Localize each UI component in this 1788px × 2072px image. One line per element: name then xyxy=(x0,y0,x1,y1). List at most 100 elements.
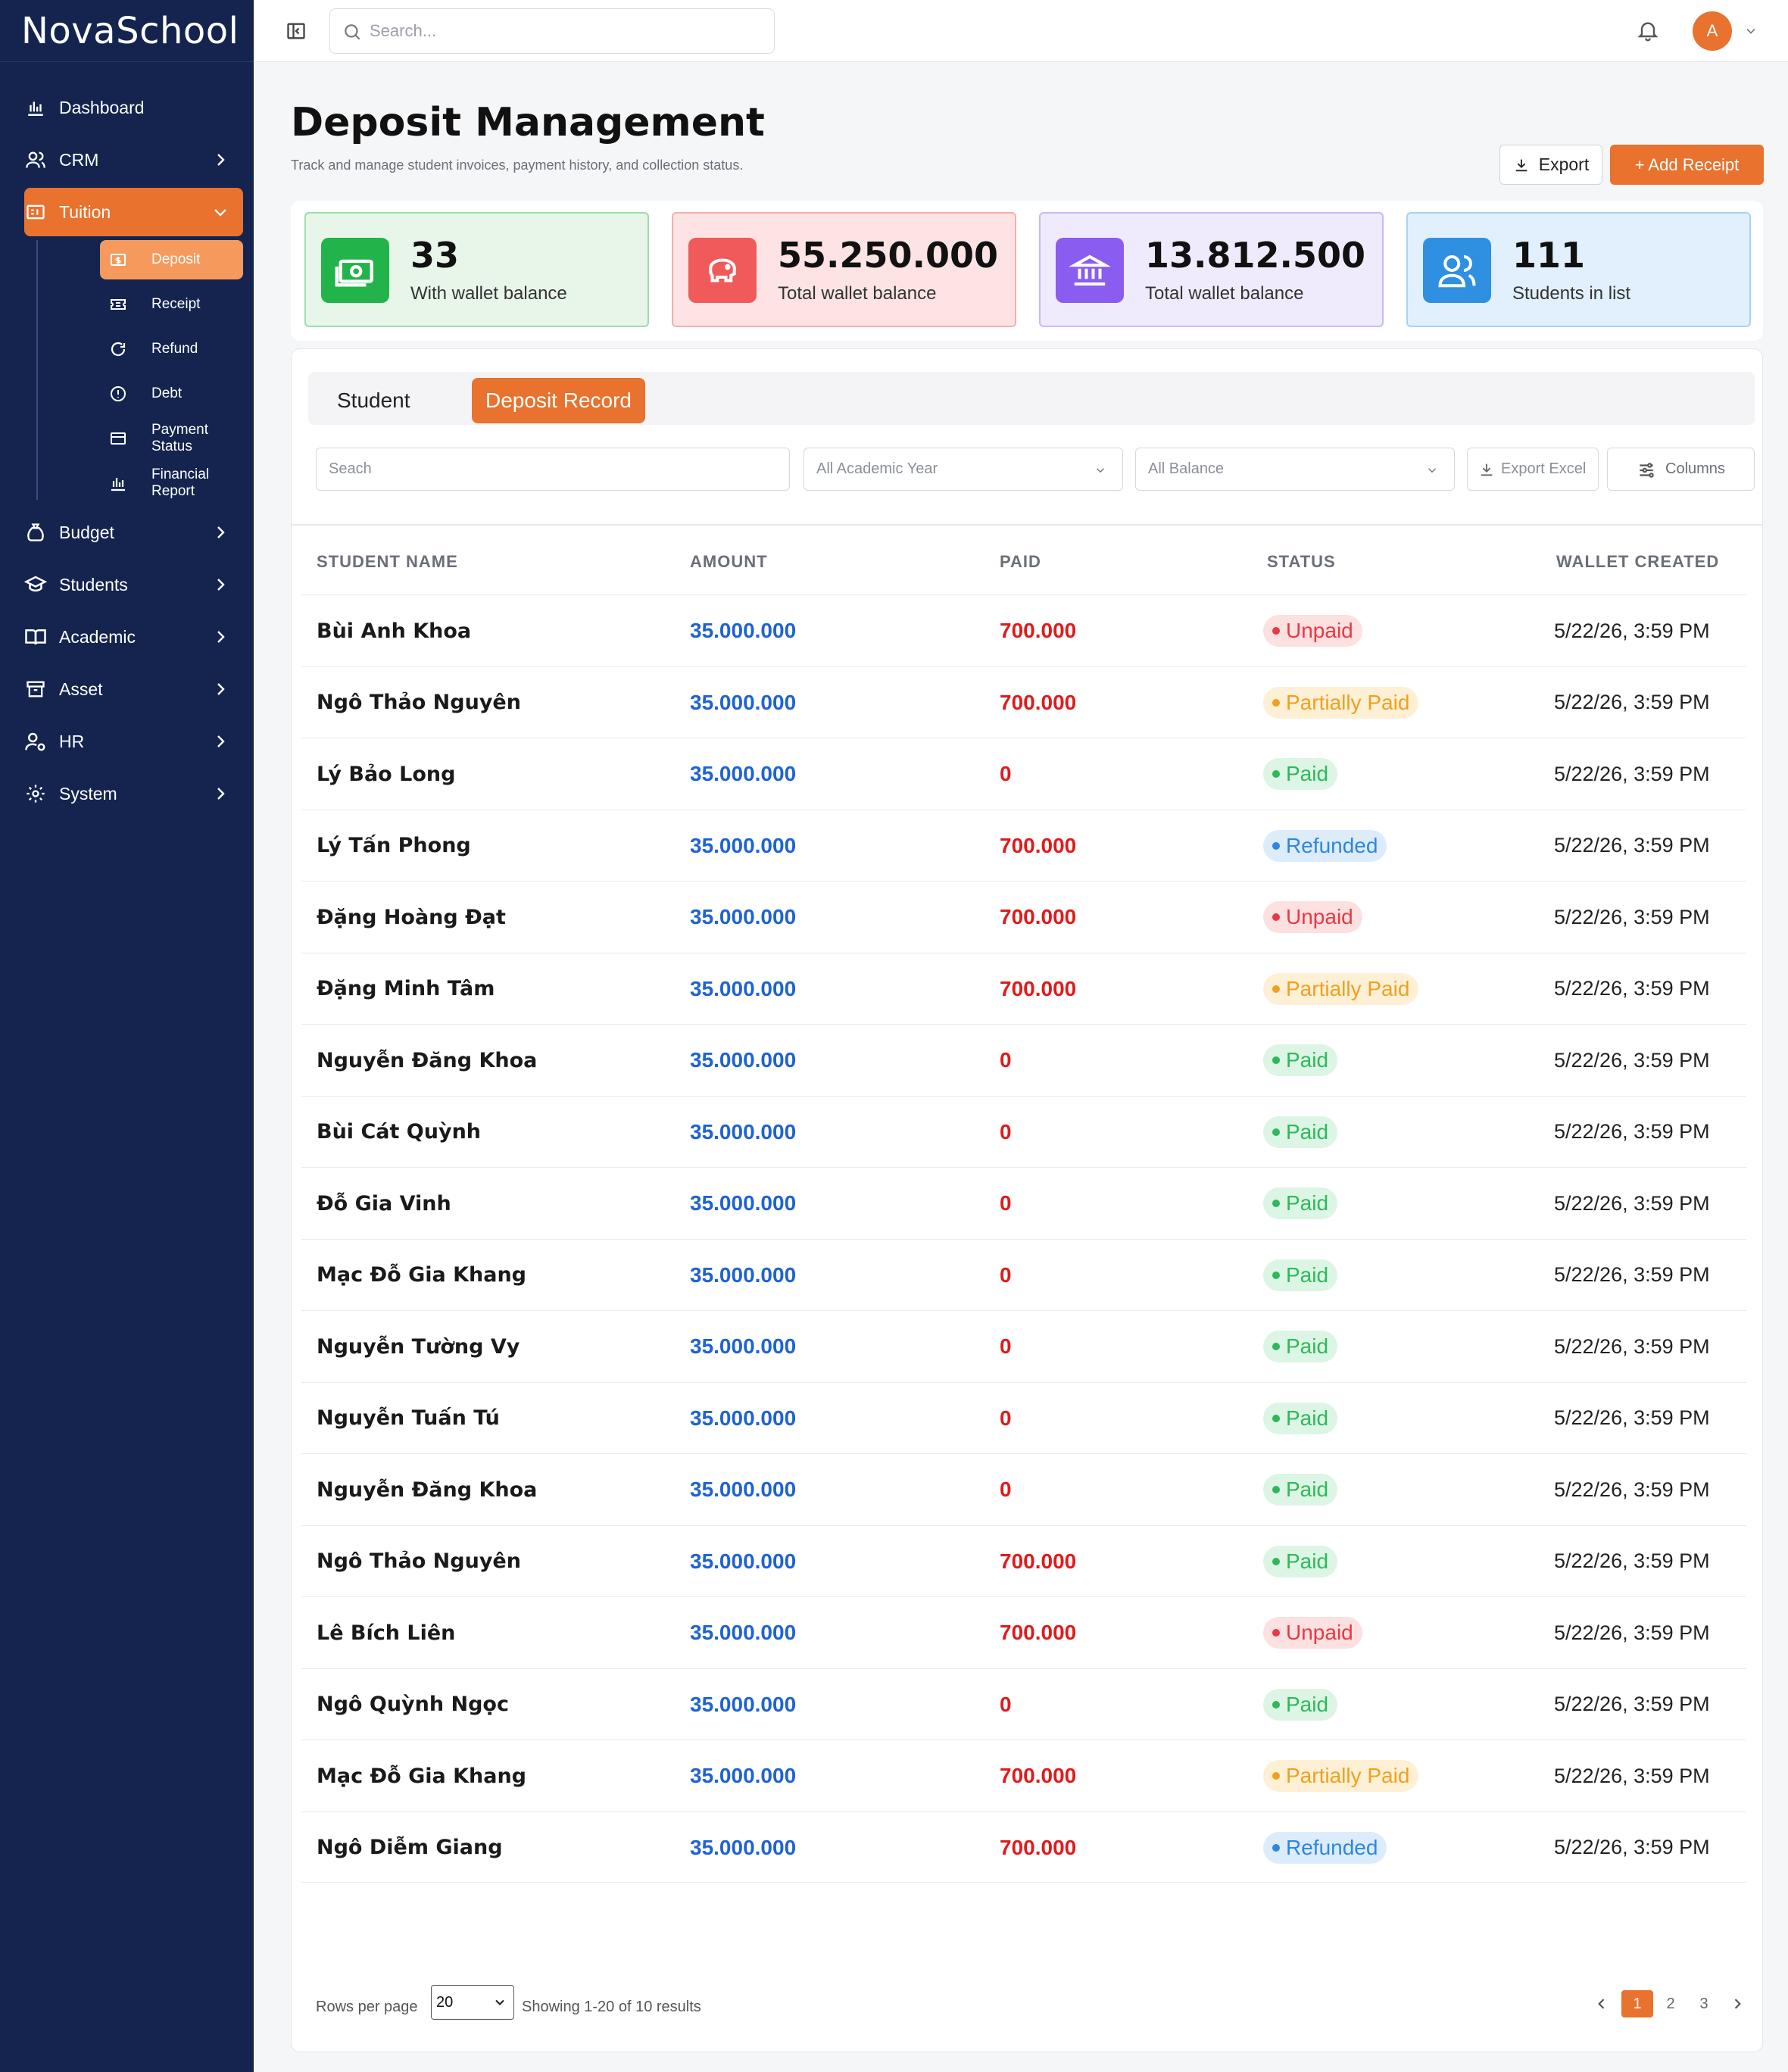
sidebar-item-label: System xyxy=(59,783,117,804)
sidebar-subitem-receipt[interactable]: Receipt xyxy=(36,285,243,324)
wallet-created-cell: 5/22/26, 3:59 PM xyxy=(1554,1048,1710,1072)
bell-icon[interactable] xyxy=(1636,18,1660,42)
page-button-1[interactable]: 1 xyxy=(1621,1990,1653,2017)
status-text: Paid xyxy=(1286,1334,1329,1358)
table-row[interactable]: Đặng Hoàng Đạt 35.000.000 700.000 Unpaid 5/2… xyxy=(301,881,1746,953)
tab-student[interactable]: Student xyxy=(323,378,424,423)
sidebar-item-hr[interactable]: HR xyxy=(24,717,243,766)
paid-cell: 0 xyxy=(1000,1692,1012,1716)
table-row[interactable]: Nguyễn Đăng Khoa 35.000.000 0 Paid 5/22/26, … xyxy=(301,1024,1746,1096)
chevron-down-icon[interactable] xyxy=(1743,23,1758,39)
tab-deposit-record[interactable]: Deposit Record xyxy=(472,378,645,423)
amount-cell: 35.000.000 xyxy=(690,976,797,1000)
sidebar-subitem-debt[interactable]: Debt xyxy=(36,374,243,413)
amount-cell: 35.000.000 xyxy=(690,690,797,714)
chevron-right-icon xyxy=(217,579,225,591)
table-row[interactable]: Mạc Đỗ Gia Khang 35.000.000 700.000 Partial… xyxy=(301,1740,1746,1811)
avatar[interactable]: A xyxy=(1693,11,1732,51)
table-row[interactable]: Nguyễn Tường Vy 35.000.000 0 Paid 5/22/26, 3… xyxy=(301,1310,1746,1382)
table-row[interactable]: Ngô Diễm Giang 35.000.000 700.000 Refunded 5… xyxy=(301,1811,1746,1883)
table-row[interactable]: Bùi Cát Quỳnh 35.000.000 0 Paid 5/22/26, 3:5… xyxy=(301,1095,1746,1168)
table-row[interactable]: Ngô Thảo Nguyên 35.000.000 700.000 Paid 5/22… xyxy=(301,1524,1746,1597)
add-receipt-button[interactable]: + Add Receipt xyxy=(1610,145,1764,185)
table-row[interactable]: Lê Bích Liên 35.000.000 700.000 Unpaid 5/22/… xyxy=(301,1596,1746,1668)
sidebar-item-budget[interactable]: Budget xyxy=(24,508,243,557)
academic-year-select[interactable]: All Academic Year xyxy=(804,448,1123,491)
brand-logo[interactable]: NovaSchool xyxy=(0,0,254,62)
table-row[interactable]: Đỗ Gia Vinh 35.000.000 0 Paid 5/22/26, 3:59 … xyxy=(301,1167,1746,1239)
status-text: Paid xyxy=(1286,762,1329,785)
table-row[interactable]: Ngô Thảo Nguyên 35.000.000 700.000 Partiall… xyxy=(301,666,1746,738)
divider xyxy=(292,524,1762,526)
wallet-created-cell: 5/22/26, 3:59 PM xyxy=(1554,1120,1710,1143)
amount-cell: 35.000.000 xyxy=(690,762,797,785)
sidebar-subitem-label: Receipt xyxy=(151,296,201,312)
sidebar-item-academic[interactable]: Academic xyxy=(24,613,243,661)
sidebar-item-dashboard[interactable]: Dashboard xyxy=(24,83,243,132)
paid-cell: 0 xyxy=(1000,1119,1012,1144)
status-cell: Paid xyxy=(1263,1311,1338,1382)
col-header-student-name[interactable]: STUDENT NAME xyxy=(317,552,458,572)
table-row[interactable]: Lý Tấn Phong 35.000.000 700.000 Refunded 5/2… xyxy=(301,809,1746,882)
prev-page-button[interactable] xyxy=(1586,1990,1618,2017)
table-search-input[interactable]: Seach xyxy=(316,448,790,491)
refresh-icon xyxy=(109,340,127,358)
columns-button[interactable]: Columns xyxy=(1607,448,1755,491)
export-button[interactable]: Export xyxy=(1499,145,1602,185)
money-bag-icon xyxy=(24,521,47,544)
sidebar-subitem-financial-report[interactable]: Financial Report xyxy=(36,463,243,503)
paid-cell: 700.000 xyxy=(1000,690,1077,714)
paid-cell: 0 xyxy=(1000,1191,1012,1215)
col-header-wallet-created[interactable]: WALLET CREATED xyxy=(1556,552,1719,572)
col-header-amount[interactable]: AMOUNT xyxy=(690,552,768,572)
status-text: Paid xyxy=(1286,1191,1329,1215)
paid-cell: 700.000 xyxy=(1000,1764,1077,1787)
sidebar-item-tuition[interactable]: Tuition xyxy=(24,188,243,236)
table-row[interactable]: Nguyễn Đăng Khoa 35.000.000 0 Paid 5/22/26, … xyxy=(301,1453,1746,1525)
page-button-3[interactable]: 3 xyxy=(1688,1990,1720,2017)
status-text: Unpaid xyxy=(1286,1621,1353,1644)
search-icon xyxy=(345,24,360,40)
table-row[interactable]: Ngô Quỳnh Ngọc 35.000.000 0 Paid 5/22/26, 3:… xyxy=(301,1668,1746,1740)
export-excel-button[interactable]: Export Excel xyxy=(1467,448,1599,491)
paid-cell: 700.000 xyxy=(1000,1621,1077,1644)
status-cell: Refunded xyxy=(1263,810,1387,882)
table-row[interactable]: Bùi Anh Khoa 35.000.000 700.000 Unpaid 5/22/… xyxy=(301,594,1746,666)
global-search-input[interactable]: Search... xyxy=(329,8,775,54)
download-icon xyxy=(1515,159,1527,171)
page-button-2[interactable]: 2 xyxy=(1655,1990,1687,2017)
sidebar-item-asset[interactable]: Asset xyxy=(24,665,243,713)
user-gear-icon xyxy=(24,730,47,753)
sidebar-subitem-refund[interactable]: Refund xyxy=(36,329,243,369)
book-icon xyxy=(24,626,47,648)
sidebar-subitem-deposit[interactable]: Deposit xyxy=(100,240,243,279)
sidebar-subitem-label: Financial Report xyxy=(151,467,210,499)
table-row[interactable]: Nguyễn Tuấn Tú 35.000.000 0 Paid 5/22/26, 3:… xyxy=(301,1381,1746,1454)
status-badge: Paid xyxy=(1263,1116,1338,1148)
status-cell: Paid xyxy=(1263,1526,1338,1597)
sidebar-toggle-icon[interactable] xyxy=(286,20,307,42)
table-row[interactable]: Đặng Minh Tâm 35.000.000 700.000 Partially … xyxy=(301,952,1746,1025)
sidebar-subitem-payment-status[interactable]: Payment Status xyxy=(36,419,243,458)
table-row[interactable]: Mạc Đỗ Gia Khang 35.000.000 0 Paid 5/22/26, … xyxy=(301,1238,1746,1311)
rows-per-page-select[interactable]: 20 xyxy=(431,1985,514,2020)
tuition-submenu: Deposit Receipt Refund Debt Payment Stat… xyxy=(36,240,254,503)
col-header-paid[interactable]: PAID xyxy=(1000,552,1041,572)
next-page-button[interactable] xyxy=(1721,1990,1753,2017)
status-text: Unpaid xyxy=(1286,905,1353,928)
wallet-created-cell: 5/22/26, 3:59 PM xyxy=(1554,1693,1710,1715)
sidebar-item-system[interactable]: System xyxy=(24,769,243,818)
stat-value: 55.250.000 xyxy=(778,235,999,276)
balance-select[interactable]: All Balance xyxy=(1135,448,1455,491)
table-row[interactable]: Lý Bảo Long 35.000.000 0 Paid 5/22/26, 3:59 … xyxy=(301,738,1746,810)
page-subtitle: Track and manage student invoices, payme… xyxy=(291,158,744,173)
chevron-down-icon xyxy=(1428,468,1437,473)
status-dot-icon xyxy=(1272,1128,1280,1136)
status-dot-icon xyxy=(1272,1843,1280,1852)
sidebar-item-students[interactable]: Students xyxy=(24,560,243,609)
stat-card-wallet-count: 33 With wallet balance xyxy=(304,212,649,327)
wallet-created-cell: 5/22/26, 3:59 PM xyxy=(1554,834,1710,857)
archive-icon xyxy=(24,678,47,701)
sidebar-item-crm[interactable]: CRM xyxy=(24,136,243,184)
col-header-status[interactable]: STATUS xyxy=(1267,552,1336,572)
